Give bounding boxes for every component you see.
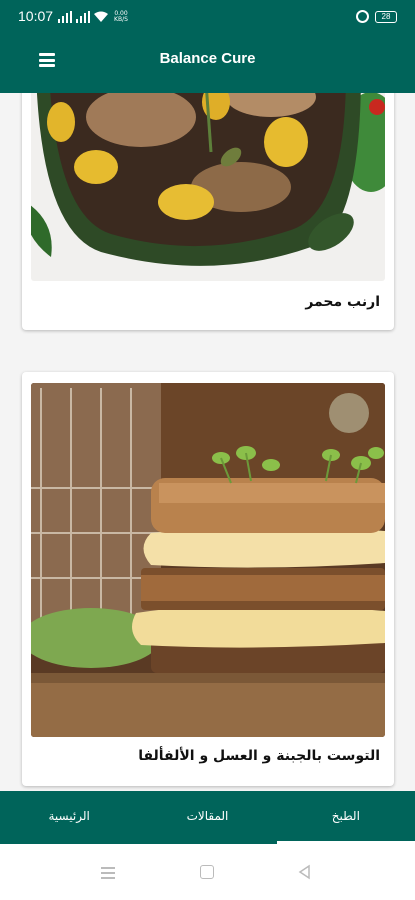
status-bar: 10:07 0.00 KB/S 28	[0, 0, 415, 33]
article-image	[31, 93, 385, 281]
tab-home[interactable]: الرئيسية	[0, 791, 138, 844]
net-speed-text: 0.00 KB/S	[114, 10, 128, 23]
tab-articles[interactable]: المقالات	[138, 791, 276, 844]
braised-rabbit-photo	[31, 93, 385, 281]
back-icon[interactable]	[297, 864, 313, 880]
tab-cooking[interactable]: الطبخ	[276, 791, 415, 844]
article-title: التوست بالجبنة و العسل و الألفألفا	[138, 748, 380, 764]
home-icon[interactable]	[200, 865, 214, 879]
cheese-toast-photo	[31, 383, 385, 737]
article-card[interactable]: ارنب محمر	[22, 93, 394, 330]
system-nav-bar	[0, 844, 415, 900]
bottom-tab-bar: الرئيسية المقالات الطبخ	[0, 791, 415, 844]
battery-icon: 28	[375, 10, 397, 23]
recent-apps-icon[interactable]	[101, 864, 117, 880]
alarm-icon	[356, 10, 369, 23]
status-right-icons: 28	[356, 10, 397, 23]
status-time: 10:07	[18, 8, 54, 24]
signal-icon	[58, 11, 72, 23]
article-card[interactable]: التوست بالجبنة و العسل و الألفألفا	[22, 372, 394, 786]
article-title: ارنب محمر	[305, 294, 380, 310]
app-title: Balance Cure	[159, 50, 256, 67]
wifi-icon	[94, 11, 108, 22]
article-image	[31, 383, 385, 737]
app-bar: Balance Cure	[0, 33, 415, 93]
status-left-icons: 0.00 KB/S	[58, 11, 130, 23]
articles-list[interactable]: ارنب محمر التوست بالجبنة و العسل و الألف…	[0, 93, 415, 791]
signal-icon-2	[76, 11, 90, 23]
